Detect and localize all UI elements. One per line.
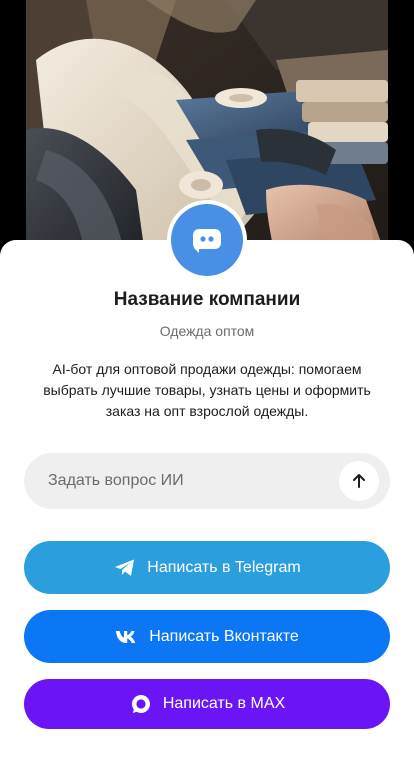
avatar-circle	[171, 204, 243, 276]
company-description: AI-бот для оптовой продажи одежды: помог…	[43, 361, 371, 419]
vk-icon	[115, 625, 139, 649]
vk-button-label: Написать Вконтакте	[149, 627, 299, 645]
app-screen: Название компании Одежда оптом AI-бот дл…	[0, 0, 414, 770]
max-icon	[129, 692, 153, 716]
chat-bubble-icon	[193, 229, 221, 253]
vk-button[interactable]: Написать Вконтакте	[24, 610, 390, 663]
send-button[interactable]	[339, 461, 379, 501]
arrow-up-icon	[353, 474, 365, 488]
telegram-button[interactable]: Написать в Telegram	[24, 541, 390, 594]
company-name: Название компании	[113, 289, 301, 310]
max-button[interactable]: Написать в MAX	[24, 679, 390, 729]
ask-ai-input[interactable]	[48, 453, 328, 509]
max-button-label: Написать в MAX	[162, 695, 286, 712]
company-subtitle: Одежда оптом	[159, 323, 255, 339]
ask-ai-field[interactable]	[24, 453, 390, 509]
company-avatar	[167, 200, 247, 280]
telegram-button-label: Написать в Telegram	[147, 558, 301, 576]
telegram-icon	[113, 556, 137, 580]
